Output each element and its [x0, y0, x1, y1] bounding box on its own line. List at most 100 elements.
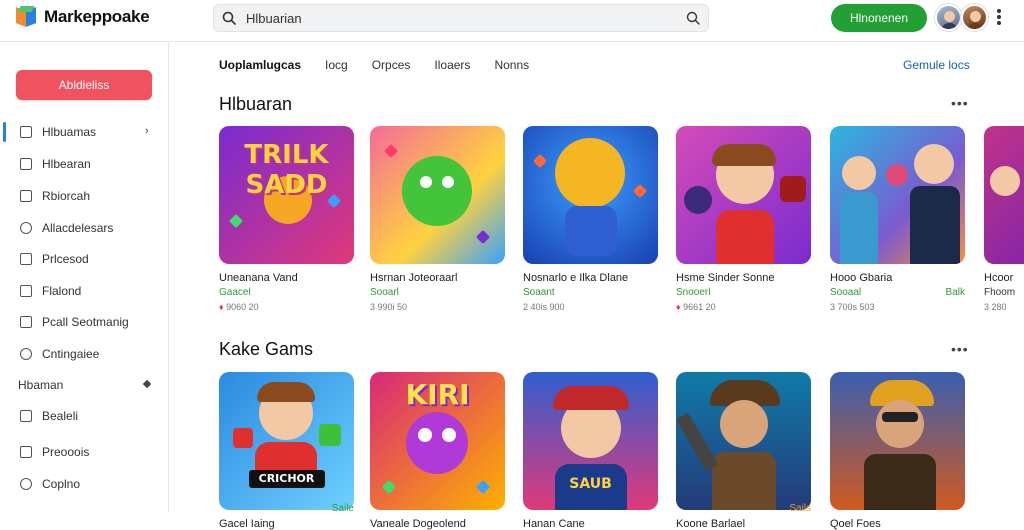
thumbnail-text: SAUB — [569, 476, 612, 492]
sidebar-item[interactable]: Coplno — [0, 472, 168, 496]
game-card[interactable]: Qoel Foes — [830, 372, 965, 530]
sidebar-item[interactable]: Prlcesod — [0, 247, 168, 271]
game-thumbnail: TRILK SADD — [219, 126, 354, 264]
sidebar-item-label: Hlbuamas — [42, 125, 97, 139]
category-icon — [20, 158, 32, 170]
avatar[interactable] — [961, 4, 988, 31]
game-card[interactable]: Hooo Gbaria Sooaal Balk 3 700s 503 — [830, 126, 965, 312]
game-meta: 3 700s 503 — [830, 302, 875, 312]
sidebar-item[interactable]: Cntingaiee — [0, 342, 168, 366]
game-thumbnail — [984, 126, 1024, 264]
game-card[interactable]: Hcoor Fhoom 3 280 — [984, 126, 1024, 316]
more-icon[interactable]: ••• — [951, 341, 969, 357]
sidebar-item[interactable]: Hlbuamas › — [0, 120, 168, 144]
game-title: Hsrnan Joteoraarl — [370, 272, 458, 284]
game-category: Snooerl — [676, 287, 711, 298]
category-icon — [20, 446, 32, 458]
more-icon[interactable]: ••• — [951, 95, 969, 111]
game-category: Soaant — [523, 287, 555, 298]
category-icon — [20, 410, 32, 422]
active-indicator — [3, 122, 6, 142]
browse-link[interactable]: Gemule locs — [903, 58, 970, 72]
game-thumbnail — [523, 126, 658, 264]
game-thumbnail: KIRI — [370, 372, 505, 510]
category-icon — [20, 253, 32, 265]
game-meta: 2 40is 900 — [523, 302, 565, 312]
search-submit-icon[interactable] — [686, 11, 700, 25]
sidebar-item-label: Bealeli — [42, 409, 79, 423]
game-card[interactable]: CRICHOR Gacel Iaing Saile — [219, 372, 354, 530]
sidebar: Abldieliss Hlbuamas › Hlbearan Rbiorcah … — [0, 42, 169, 512]
sidebar-item-label: Prlcesod — [42, 252, 89, 266]
game-thumbnail: CRICHOR — [219, 372, 354, 510]
game-card[interactable]: Nosnarlo e Ilka Dlane Soaant 2 40is 900 — [523, 126, 658, 312]
tab[interactable]: Orpces — [372, 58, 411, 72]
tab[interactable]: Nonns — [494, 58, 529, 72]
tab[interactable]: Uoplamlugcas — [219, 58, 301, 72]
avatar[interactable] — [935, 4, 962, 31]
sidebar-item-label: Flalond — [42, 284, 82, 298]
game-title: Nosnarlo e Ilka Dlane — [523, 272, 629, 284]
sidebar-item-label: Pcall Seotmanig — [42, 315, 129, 329]
sidebar-item-label: Cntingaiee — [42, 347, 100, 361]
game-meta: 3 990i 50 — [370, 302, 408, 312]
sidebar-item-label: Preooois — [42, 445, 90, 459]
game-title: Hooo Gbaria — [830, 272, 893, 284]
game-title: Vaneale Dogeolend — [370, 518, 466, 530]
game-card[interactable]: Hsrnan Joteoraarl Sooarl 3 990i 50 — [370, 126, 505, 312]
logo-icon — [16, 6, 38, 28]
category-icon — [20, 348, 32, 360]
game-meta: ♦ 9060 20 — [219, 302, 259, 312]
chevron-right-icon: › — [145, 125, 149, 137]
sidebar-primary-button[interactable]: Abldieliss — [16, 70, 152, 100]
search-icon — [222, 11, 236, 25]
app-logo[interactable]: Markeppoake — [16, 6, 150, 28]
sidebar-item[interactable]: Hlbearan — [0, 152, 168, 176]
game-tag: Balk — [945, 287, 965, 298]
game-title: Hanan Cane — [523, 518, 585, 530]
category-icon — [20, 316, 32, 328]
sidebar-item[interactable]: Flalond — [0, 279, 168, 303]
game-thumbnail — [830, 372, 965, 510]
section-title: Kake Gams — [219, 339, 314, 359]
sidebar-item-label: Hlbearan — [42, 157, 91, 171]
game-card[interactable]: Koone Barlael Sails — [676, 372, 811, 530]
category-icon — [20, 222, 32, 234]
game-title: Uneanana Vand — [219, 272, 298, 284]
sidebar-item-label: Rbiorcah — [42, 189, 91, 203]
game-tag: Sails — [789, 503, 811, 514]
game-card[interactable]: Hsme Sinder Sonne Snooerl ♦ 9661 20 — [676, 126, 811, 312]
sidebar-item[interactable]: Pcall Seotmanig — [0, 310, 168, 334]
game-thumbnail — [370, 126, 505, 264]
sidebar-item[interactable]: Rbiorcah — [0, 184, 168, 208]
game-category: Sooarl — [370, 287, 399, 298]
game-meta: ♦ 9661 20 — [676, 302, 716, 312]
sidebar-item[interactable]: Allacdelesars — [0, 216, 168, 240]
search-bar[interactable]: Hlbuarian — [213, 4, 709, 32]
search-input[interactable]: Hlbuarian — [246, 11, 302, 26]
thumbnail-text: CRICHOR — [258, 472, 315, 485]
app-name: Markeppoake — [44, 7, 150, 26]
thumbnail-text: KIRI — [405, 378, 470, 411]
game-card[interactable]: SAUB Hanan Cane — [523, 372, 658, 530]
game-title: Qoel Foes — [830, 518, 881, 530]
game-thumbnail — [676, 126, 811, 264]
game-meta: 3 280 — [984, 302, 1007, 312]
sidebar-item-label: Coplno — [42, 477, 81, 491]
sidebar-section-heading[interactable]: Hbaman — [18, 378, 63, 392]
more-options-icon[interactable] — [996, 9, 1002, 27]
sidebar-item[interactable]: Preooois — [0, 440, 168, 464]
category-icon — [20, 190, 32, 202]
tab[interactable]: Iloaers — [434, 58, 470, 72]
game-thumbnail — [676, 372, 811, 510]
tab[interactable]: Iocg — [325, 58, 348, 72]
chevron-down-icon[interactable] — [142, 379, 152, 389]
game-card[interactable]: KIRI Vaneale Dogeolend — [370, 372, 505, 530]
game-card[interactable]: TRILK SADD Uneanana Vand Gaacel ♦ 9060 2… — [219, 126, 354, 312]
header-action-button[interactable]: Hlnonenen — [831, 4, 927, 32]
filter-tabs: Uoplamlugcas Iocg Orpces Iloaers Nonns — [219, 58, 553, 72]
thumbnail-text: TRILK SADD — [244, 140, 329, 200]
game-tag: Saile — [331, 503, 354, 514]
game-category: Fhoom — [984, 287, 1016, 298]
sidebar-item[interactable]: Bealeli — [0, 404, 168, 428]
